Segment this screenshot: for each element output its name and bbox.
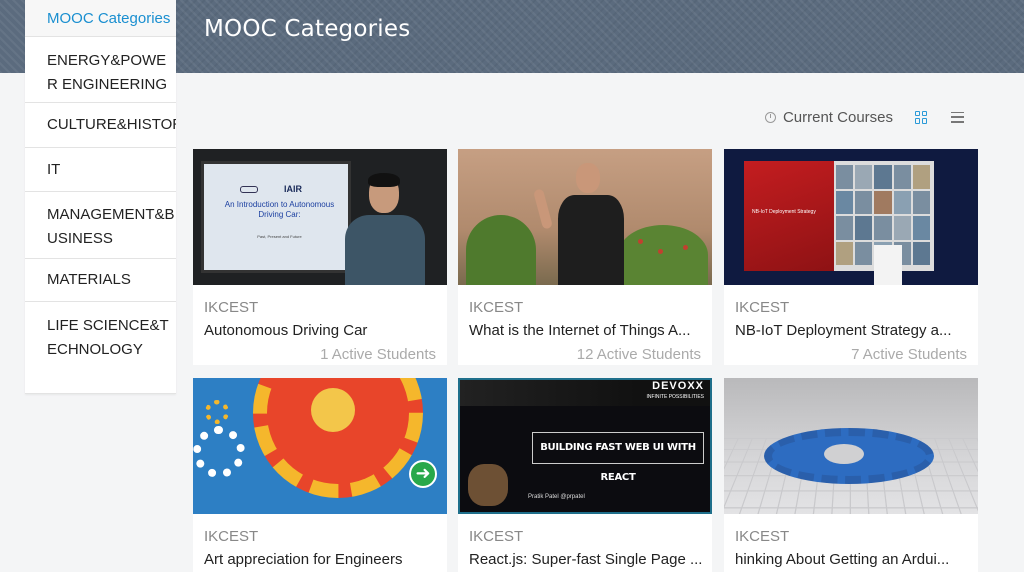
arrow-right-icon: ➜	[409, 460, 437, 488]
sidebar-item-label: LIFE SCIENCE&TECHNOLOGY	[47, 317, 169, 358]
sidebar-item-it[interactable]: IT	[25, 148, 176, 192]
page-title: MOOC Categories	[204, 16, 411, 42]
sidebar-item-label: MATERIALS	[47, 271, 131, 288]
sidebar-item-materials[interactable]: MATERIALS	[25, 259, 176, 302]
sidebar-item-mooc-categories[interactable]: MOOC Categories	[25, 0, 176, 37]
course-card[interactable]: IKCEST What is the Internet of Things A.…	[458, 149, 712, 365]
course-org: IKCEST	[204, 299, 259, 316]
course-title[interactable]: What is the Internet of Things A...	[469, 322, 705, 339]
course-card[interactable]: IKCEST hinking About Getting an Ardui...	[724, 378, 978, 572]
course-card[interactable]: IAIR An Introduction to Autonomous Drivi…	[193, 149, 447, 365]
sidebar-item-label: IT	[47, 161, 61, 178]
banner-left-strip	[0, 0, 25, 73]
course-org: IKCEST	[735, 528, 790, 545]
course-card[interactable]: ➜ IKCEST Art appreciation for Engineers	[193, 378, 447, 572]
course-title[interactable]: React.js: Super-fast Single Page ...	[469, 551, 705, 568]
page-header-banner: MOOC Categories	[176, 0, 1024, 73]
course-org: IKCEST	[204, 528, 259, 545]
sidebar-item-life-science[interactable]: LIFE SCIENCE&TECHNOLOGY	[25, 302, 176, 394]
course-card[interactable]: DEVOXX INFINITE POSSIBILITIES BUILDING F…	[458, 378, 712, 572]
speaker-figure	[558, 195, 624, 285]
list-view-icon[interactable]	[951, 111, 964, 123]
slide-title: NB-IoT Deployment Strategy	[752, 209, 816, 215]
clock-icon	[764, 111, 776, 123]
podium	[874, 245, 902, 285]
sidebar-item-energy-power[interactable]: ENERGY&POWER ENGINEERING	[25, 37, 176, 103]
sidebar-item-label: CULTURE&HISTORY	[47, 116, 176, 133]
sidebar-item-culture-history[interactable]: CULTURE&HISTORY	[25, 103, 176, 148]
sidebar-item-label: MANAGEMENT&BUSINESS	[47, 206, 175, 247]
category-sidebar: MOOC Categories ENERGY&POWER ENGINEERING…	[25, 0, 176, 394]
slide-title: An Introduction to Autonomous Driving Ca…	[224, 200, 335, 219]
course-thumbnail: NB-IoT Deployment Strategy	[724, 149, 978, 285]
course-title[interactable]: NB-IoT Deployment Strategy a...	[735, 322, 971, 339]
course-thumbnail: ➜	[193, 378, 447, 514]
course-org: IKCEST	[469, 299, 524, 316]
car-icon	[240, 186, 258, 193]
course-card[interactable]: NB-IoT Deployment Strategy IKCEST NB-IoT…	[724, 149, 978, 365]
sidebar-item-management-business[interactable]: MANAGEMENT&BUSINESS	[25, 192, 176, 259]
course-org: IKCEST	[735, 299, 790, 316]
course-students: 12 Active Students	[576, 346, 701, 363]
slide-logo: IAIR	[284, 184, 302, 194]
course-students: 7 Active Students	[851, 346, 967, 363]
course-thumbnail	[458, 149, 712, 285]
course-thumbnail	[724, 378, 978, 514]
current-courses-filter[interactable]: Current Courses	[764, 108, 893, 126]
sidebar-item-label: ENERGY&POWER ENGINEERING	[47, 52, 168, 93]
course-title[interactable]: Autonomous Driving Car	[204, 322, 440, 339]
course-org: IKCEST	[469, 528, 524, 545]
lecturer-figure	[345, 173, 425, 285]
course-title[interactable]: Art appreciation for Engineers	[204, 551, 440, 568]
course-toolbar: Current Courses	[764, 106, 964, 128]
lecture-slide: IAIR An Introduction to Autonomous Drivi…	[201, 161, 351, 273]
current-courses-label: Current Courses	[782, 108, 893, 126]
presentation-screen: NB-IoT Deployment Strategy	[744, 161, 934, 271]
course-title[interactable]: hinking About Getting an Ardui...	[735, 551, 971, 568]
grid-view-icon[interactable]	[915, 110, 928, 124]
sidebar-item-label: MOOC Categories	[47, 10, 171, 27]
course-students: 1 Active Students	[320, 346, 436, 363]
course-thumbnail: IAIR An Introduction to Autonomous Drivi…	[193, 149, 447, 285]
course-thumbnail: DEVOXX INFINITE POSSIBILITIES BUILDING F…	[458, 378, 712, 514]
slide-subtitle: Past, Present and Future	[257, 234, 302, 239]
